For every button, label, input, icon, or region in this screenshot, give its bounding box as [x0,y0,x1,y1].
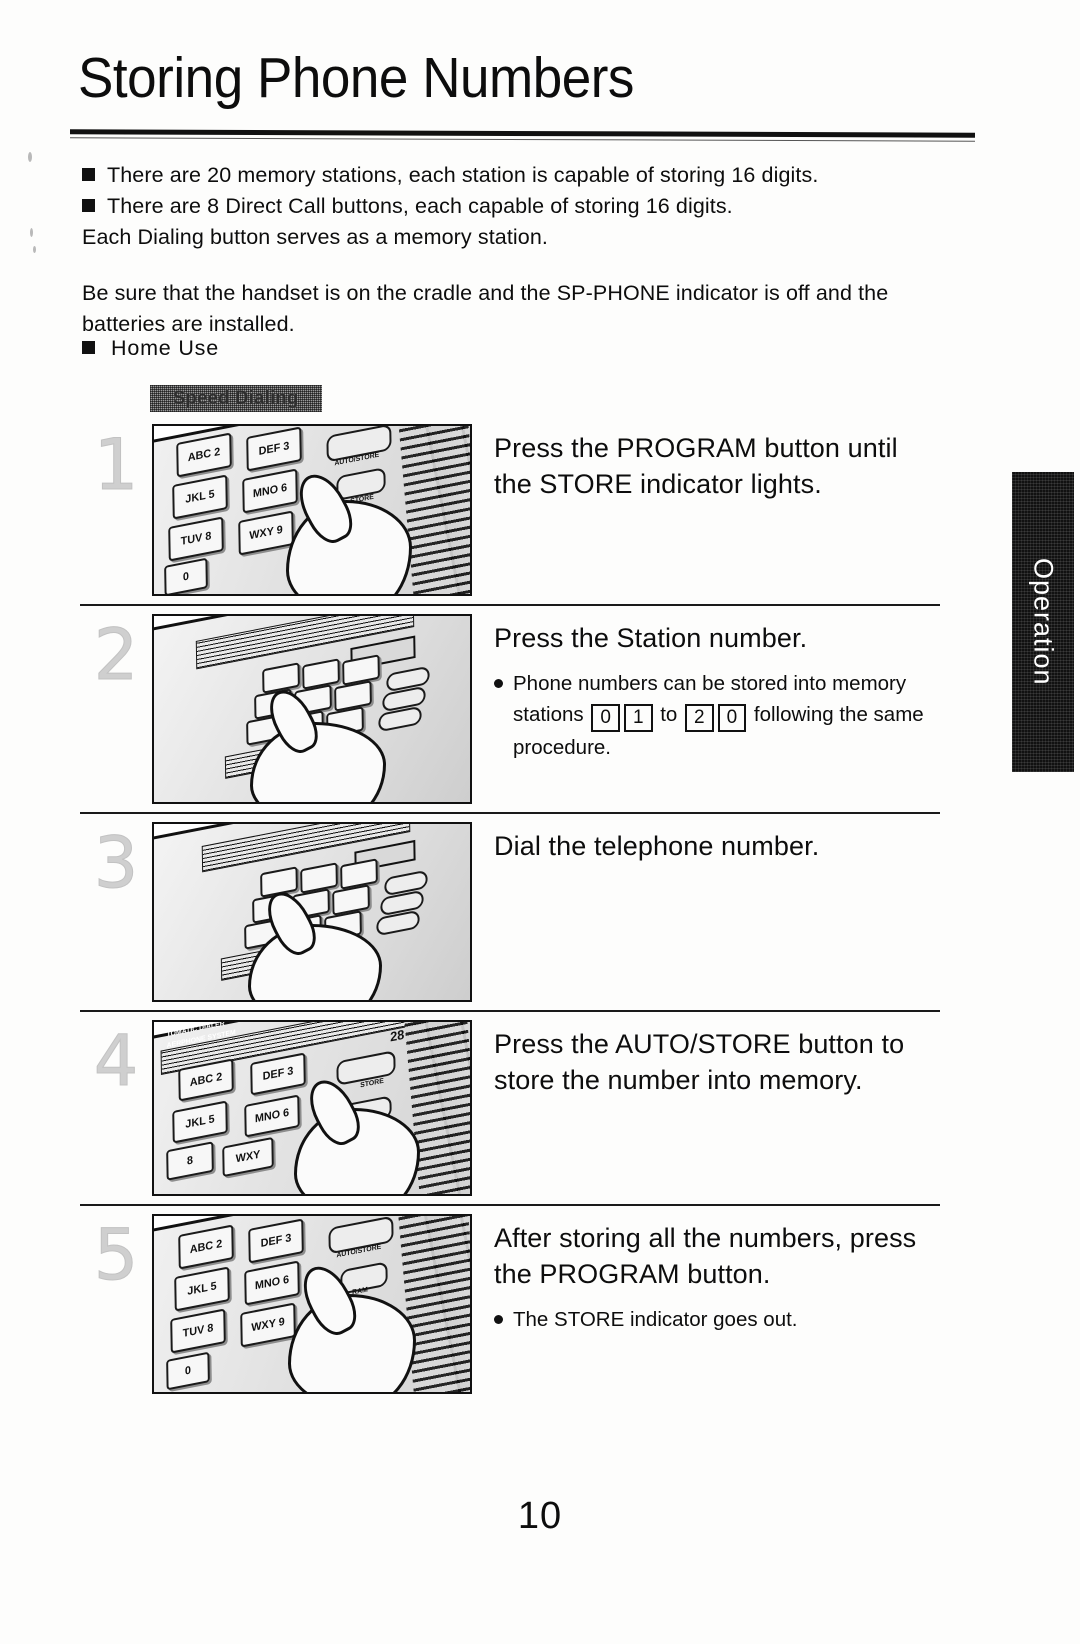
memory-key-2: 2 [685,704,714,732]
dot-bullet-icon [494,679,503,688]
square-bullet-icon [82,199,95,212]
phone-illustration: ABC 2 DEF 3 AUTO/STORE JKL 5 MNO 6 STORE… [154,426,470,594]
manual-page: Storing Phone Numbers There are 20 memor… [0,0,1080,1644]
title-divider-thin [70,137,975,142]
phone-illustration: ABC 2 DEF 3 AUTO/STORE JKL 5 MNO 6 RAM T… [154,1216,470,1392]
step-5-text: After storing all the numbers, press the… [472,1206,940,1335]
step-2: 2 Press the Station number. Phone number… [80,604,940,812]
scan-speckle [30,228,33,237]
memory-key-0b: 0 [717,704,747,732]
intro-paragraph: Be sure that the handset is on the cradl… [82,281,889,336]
step-3-illustration [152,822,472,1002]
section-home-use: Home Use [82,336,219,361]
section-home-use-label: Home Use [111,336,219,360]
steps-list: 1 ABC 2 DEF 3 AUTO/STORE JKL 5 MNO 6 STO… [80,416,940,1402]
step-3: 3 Dial the telephone number. [80,812,940,1010]
step-4-illustration: TOMATIC DIALER AERPHONE SYSTEM 28 ABC 2 … [152,1020,472,1196]
memory-key-1: 1 [623,704,653,732]
step-5: 5 ABC 2 DEF 3 AUTO/STORE JKL 5 MNO 6 RAM… [80,1204,940,1402]
intro-plain-line: Each Dialing button serves as a memory s… [82,225,548,249]
page-title-block: Storing Phone Numbers [78,46,978,110]
phone-illustration: TOMATIC DIALER AERPHONE SYSTEM 28 ABC 2 … [154,1022,470,1194]
speed-dialing-label-text: Speed Dialing [173,387,299,409]
scan-speckle [28,152,32,162]
section-tab-label: Operation [1028,558,1059,686]
step-2-sub-to: to [660,703,678,726]
step-2-number: 2 [93,614,139,696]
step-1-number: 1 [93,424,139,506]
intro-bullet-1-text: There are 20 memory stations, each stati… [107,163,819,187]
phone-label-model: 28 [390,1026,405,1045]
page-number: 10 [517,1495,563,1537]
section-tab-operation: Operation [1012,472,1074,772]
step-2-sub: Phone numbers can be stored into memory … [494,668,940,763]
step-2-text: Press the Station number. Phone numbers … [472,606,940,763]
step-2-heading: Press the Station number. [494,623,808,653]
speed-dialing-label: Speed Dialing [150,385,322,412]
step-2-illustration [152,614,472,804]
step-5-number: 5 [93,1214,139,1296]
phone-illustration [154,824,470,1000]
intro-bullet-1: There are 20 memory stations, each stati… [82,160,942,191]
intro-block: There are 20 memory stations, each stati… [82,160,942,340]
step-4-heading: Press the AUTO/STORE button to store the… [494,1029,905,1095]
phone-illustration [154,616,470,802]
title-divider [69,129,976,138]
step-3-heading: Dial the telephone number. [494,831,820,861]
scan-speckle [33,246,36,253]
step-4-number: 4 [93,1020,139,1102]
step-5-illustration: ABC 2 DEF 3 AUTO/STORE JKL 5 MNO 6 RAM T… [152,1214,472,1394]
step-5-sub: The STORE indicator goes out. [494,1304,940,1335]
step-3-text: Dial the telephone number. [472,814,940,864]
square-bullet-icon [82,168,95,181]
dot-bullet-icon [494,1315,503,1324]
step-1-text: Press the PROGRAM button until the STORE… [472,416,940,502]
step-5-sub-text: The STORE indicator goes out. [513,1308,798,1331]
intro-bullet-2-text: There are 8 Direct Call buttons, each ca… [107,194,733,218]
intro-bullet-2: There are 8 Direct Call buttons, each ca… [82,191,942,222]
step-4-text: Press the AUTO/STORE button to store the… [472,1012,940,1098]
step-1-heading: Press the PROGRAM button until the STORE… [494,433,898,499]
memory-key-0: 0 [591,704,620,732]
step-3-number: 3 [93,822,139,904]
page-title: Storing Phone Numbers [78,46,634,110]
step-1: 1 ABC 2 DEF 3 AUTO/STORE JKL 5 MNO 6 STO… [80,416,940,604]
square-bullet-icon [82,341,95,354]
step-5-heading: After storing all the numbers, press the… [494,1223,917,1289]
step-2-sub-text: Phone numbers can be stored into memory … [513,668,940,763]
step-4: 4 TOMATIC DIALER AERPHONE SYSTEM 28 ABC … [80,1010,940,1204]
step-1-illustration: ABC 2 DEF 3 AUTO/STORE JKL 5 MNO 6 STORE… [152,424,472,596]
